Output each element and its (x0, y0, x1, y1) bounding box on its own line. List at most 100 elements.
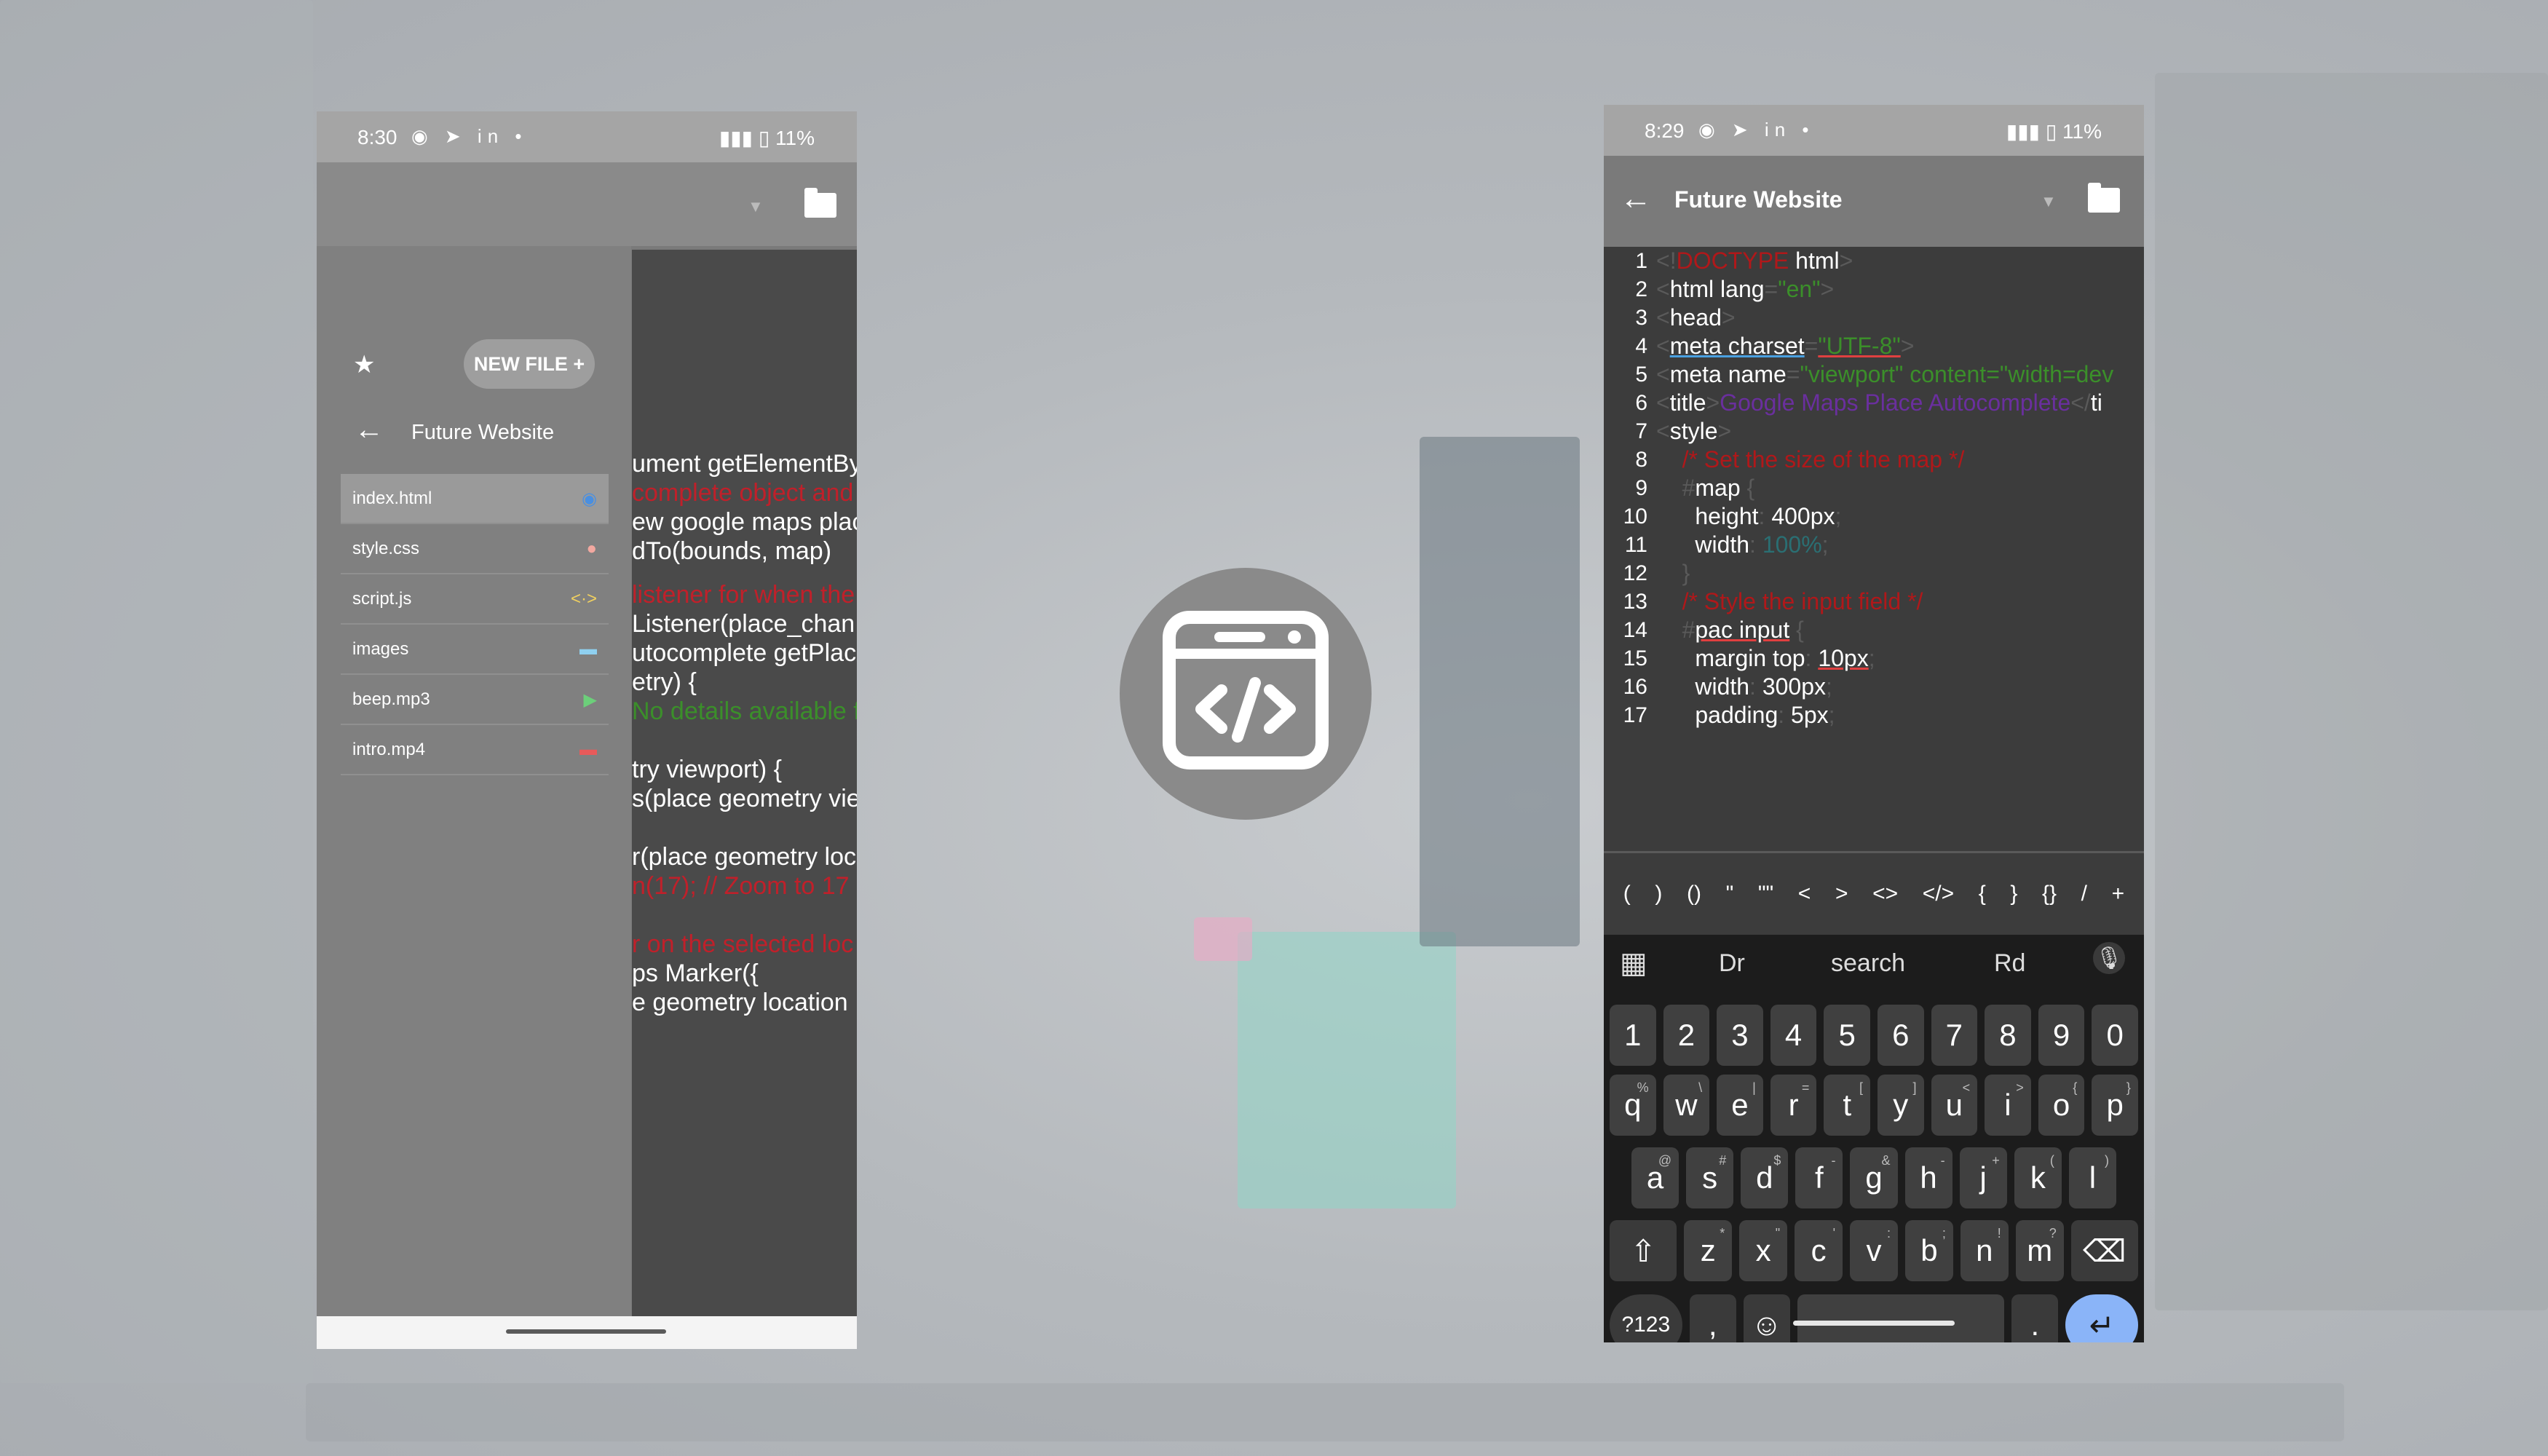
line-number: 2 (1635, 277, 1647, 301)
symbol-key[interactable]: / (2081, 882, 2087, 906)
file-item[interactable]: index.html ◉ (341, 474, 609, 524)
key[interactable]: d $ (1741, 1147, 1789, 1208)
navigation-bar (317, 1316, 857, 1349)
file-item[interactable]: images ▬ (341, 625, 609, 675)
home-indicator[interactable] (1793, 1321, 1955, 1326)
suggestion-item[interactable]: search (1831, 949, 1905, 978)
code-line: margin top: 10px; (1656, 645, 1875, 671)
space-key[interactable] (1797, 1294, 2005, 1342)
dropdown-icon[interactable]: ▼ (748, 197, 764, 216)
key-label: z (1700, 1233, 1716, 1267)
file-item[interactable]: beep.mp3 ▶ (341, 675, 609, 725)
line-number: 1 (1635, 249, 1647, 273)
suggestion-item[interactable]: Rd (1994, 949, 2025, 978)
key[interactable]: i > (1985, 1075, 2031, 1136)
key-secondary: ) (2104, 1153, 2109, 1168)
symbol-key[interactable]: </> (1923, 882, 1954, 906)
symbol-key[interactable]: { (1979, 882, 1986, 906)
key-secondary: % (1637, 1080, 1649, 1095)
key[interactable]: o{ (2038, 1075, 2085, 1136)
key[interactable]: 4 (1770, 1005, 1817, 1066)
shift-key[interactable]: ⇧ (1610, 1220, 1677, 1281)
key[interactable]: y] (1877, 1075, 1924, 1136)
key[interactable]: 0 (2092, 1005, 2138, 1066)
home-indicator[interactable] (506, 1329, 666, 1334)
key-label: f (1815, 1160, 1824, 1195)
key[interactable]: a @ (1631, 1147, 1679, 1208)
folder-icon[interactable] (2088, 183, 2120, 213)
keyboard-row-3: ⇧ z * x " c ' v: b; n! m? ⌫ (1610, 1220, 2139, 1281)
key[interactable]: l) (2068, 1147, 2116, 1208)
period-key[interactable]: . (2011, 1294, 2059, 1342)
symbol-key[interactable]: ( (1623, 882, 1631, 906)
key[interactable]: r = (1770, 1075, 1817, 1136)
code-line: <style> (1656, 418, 1732, 444)
key[interactable]: c ' (1795, 1220, 1843, 1281)
key[interactable]: p} (2092, 1075, 2138, 1136)
symbol-key[interactable]: ) (1655, 882, 1662, 906)
file-item[interactable]: script.js <·> (341, 574, 609, 625)
key[interactable]: x " (1739, 1220, 1788, 1281)
symbol-key[interactable]: {} (2042, 882, 2057, 906)
emoji-key[interactable]: ☺ (1743, 1294, 1790, 1342)
key[interactable]: m? (2015, 1220, 2064, 1281)
microphone-icon[interactable]: 🎙 (2093, 942, 2125, 974)
key[interactable]: v: (1850, 1220, 1898, 1281)
symbol-key[interactable]: "" (1758, 882, 1773, 906)
key[interactable]: 9 (2038, 1005, 2085, 1066)
comma-key[interactable]: , (1689, 1294, 1736, 1342)
code-line: <html lang="en"> (1656, 276, 1835, 302)
back-arrow-icon[interactable]: ← (1620, 181, 1652, 217)
key[interactable]: s # (1686, 1147, 1734, 1208)
symbol-key[interactable]: < (1798, 882, 1811, 906)
key[interactable]: b; (1904, 1220, 1953, 1281)
symbol-key[interactable]: " (1726, 882, 1734, 906)
key[interactable]: t[ (1824, 1075, 1870, 1136)
back-arrow-icon[interactable]: ← (355, 414, 384, 446)
symbol-key[interactable]: } (2010, 882, 2017, 906)
key[interactable]: h- (1904, 1147, 1952, 1208)
key[interactable]: 7 (1931, 1005, 1978, 1066)
key[interactable]: w \ (1663, 1075, 1710, 1136)
key[interactable]: 6 (1877, 1005, 1924, 1066)
symbol-key[interactable]: + (2112, 882, 2125, 906)
backspace-key[interactable]: ⌫ (2070, 1220, 2139, 1281)
line-number: 9 (1635, 476, 1647, 500)
line-number: 12 (1623, 561, 1647, 585)
chrome-icon: ◉ (582, 489, 597, 509)
file-item[interactable]: style.css ● (341, 524, 609, 574)
key[interactable]: 3 (1717, 1005, 1763, 1066)
symbol-key[interactable]: () (1687, 882, 1701, 906)
line-number: 13 (1623, 590, 1647, 614)
enter-key[interactable]: ↵ (2065, 1294, 2139, 1342)
key[interactable]: 1 (1610, 1005, 1656, 1066)
key[interactable]: n! (1960, 1220, 2009, 1281)
code-editor[interactable]: 1 2 3 4 5 6 7 8 9 10 11 12 13 14 15 16 17 <!DOCTYPE html… (1604, 247, 2144, 851)
key[interactable]: q% (1610, 1075, 1656, 1136)
key[interactable]: e | (1717, 1075, 1763, 1136)
file-item[interactable]: intro.mp4 ▬ (341, 725, 609, 775)
key[interactable]: 5 (1824, 1005, 1870, 1066)
new-file-button[interactable]: NEW FILE + (464, 339, 595, 389)
key-secondary: ] (1912, 1080, 1917, 1095)
file-dropdown-icon[interactable]: ▼ (2041, 192, 2057, 211)
key[interactable]: z * (1684, 1220, 1733, 1281)
apps-grid-icon[interactable]: ▦ (1620, 946, 1647, 980)
key[interactable]: k( (2014, 1147, 2062, 1208)
key-label: y (1893, 1088, 1909, 1122)
suggestion-item[interactable]: Dr (1719, 949, 1745, 978)
starred-folder-icon[interactable]: ★ (353, 350, 375, 379)
code-line: <meta charset="UTF-8"> (1656, 333, 1915, 359)
key[interactable]: j + (1959, 1147, 2007, 1208)
key[interactable]: 8 (1985, 1005, 2031, 1066)
symbol-key[interactable]: <> (1872, 882, 1898, 906)
suggestion-strip: ▦ Dr search Rd 🎙 (1604, 935, 2144, 993)
folder-icon[interactable] (804, 188, 836, 218)
symbol-key[interactable]: > (1835, 882, 1848, 906)
code-line: width: 300px; (1656, 673, 1832, 700)
key[interactable]: u < (1931, 1075, 1978, 1136)
key[interactable]: 2 (1663, 1005, 1710, 1066)
key[interactable]: g & (1850, 1147, 1898, 1208)
symbols-key[interactable]: ?123 (1610, 1294, 1682, 1342)
key[interactable]: f- (1795, 1147, 1843, 1208)
